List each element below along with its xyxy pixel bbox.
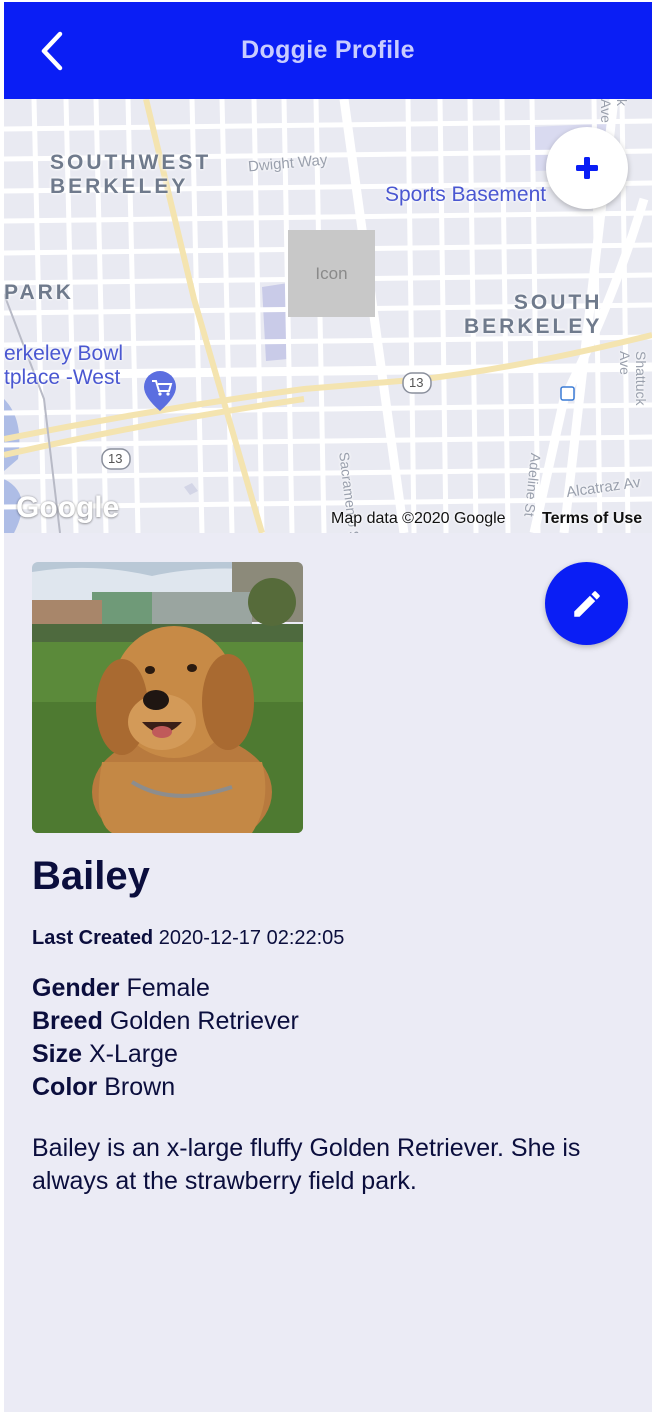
- map-marker-icon[interactable]: Icon: [288, 230, 375, 317]
- page-title: Doggie Profile: [241, 36, 415, 64]
- map-label-southwest-berkeley: SOUTHWEST BERKELEY: [50, 151, 212, 198]
- last-created-value: 2020-12-17 02:22:05: [158, 927, 345, 949]
- map-label-south-berkeley: SOUTH BERKELEY: [464, 291, 603, 338]
- dog-photo: [32, 562, 303, 833]
- last-created: Last Created 2020-12-17 02:22:05: [32, 927, 344, 950]
- map-street-shattuck: Shattuck Ave: [617, 351, 649, 406]
- breed-value: Golden Retriever: [109, 1007, 299, 1035]
- map-street-k-ave: k Ave: [598, 99, 630, 123]
- map-label-park: PARK: [4, 281, 74, 304]
- app-header: Doggie Profile: [4, 2, 652, 99]
- app-screen: Doggie Profile SOUTHWEST BERKELEY SOUTH …: [4, 2, 652, 1412]
- terms-of-use-link[interactable]: Terms of Use: [542, 510, 642, 528]
- breed-row: Breed Golden Retriever: [32, 1005, 299, 1038]
- google-logo: Google: [16, 491, 120, 524]
- gender-value: Female: [126, 974, 210, 1002]
- dog-name: Bailey: [32, 854, 150, 898]
- map-attribution: Map data ©2020 Google: [331, 510, 506, 527]
- gender-row: Gender Female: [32, 972, 299, 1005]
- size-value: X-Large: [88, 1040, 178, 1068]
- color-label: Color: [32, 1073, 98, 1101]
- poi-berkeley-bowl[interactable]: erkeley Bowl tplace -West: [4, 342, 123, 390]
- last-created-label: Last Created: [32, 927, 154, 949]
- gender-label: Gender: [32, 974, 120, 1002]
- route-13-label: 13: [108, 451, 123, 466]
- color-value: Brown: [104, 1073, 176, 1101]
- color-row: Color Brown: [32, 1071, 299, 1104]
- dog-description: Bailey is an x-large fluffy Golden Retri…: [32, 1134, 581, 1195]
- map-view[interactable]: SOUTHWEST BERKELEY SOUTH BERKELEY PARK D…: [4, 99, 652, 533]
- add-button[interactable]: [546, 127, 628, 209]
- edit-button[interactable]: [545, 562, 628, 645]
- route-13-label: 13: [409, 375, 424, 390]
- plus-icon: [576, 157, 598, 179]
- breed-label: Breed: [32, 1007, 103, 1035]
- size-label: Size: [32, 1040, 83, 1068]
- pencil-icon: [573, 590, 600, 617]
- size-row: Size X-Large: [32, 1038, 299, 1071]
- poi-sports-basement[interactable]: Sports Basement: [385, 183, 546, 207]
- dog-details: Gender Female Breed Golden Retriever Siz…: [32, 972, 299, 1104]
